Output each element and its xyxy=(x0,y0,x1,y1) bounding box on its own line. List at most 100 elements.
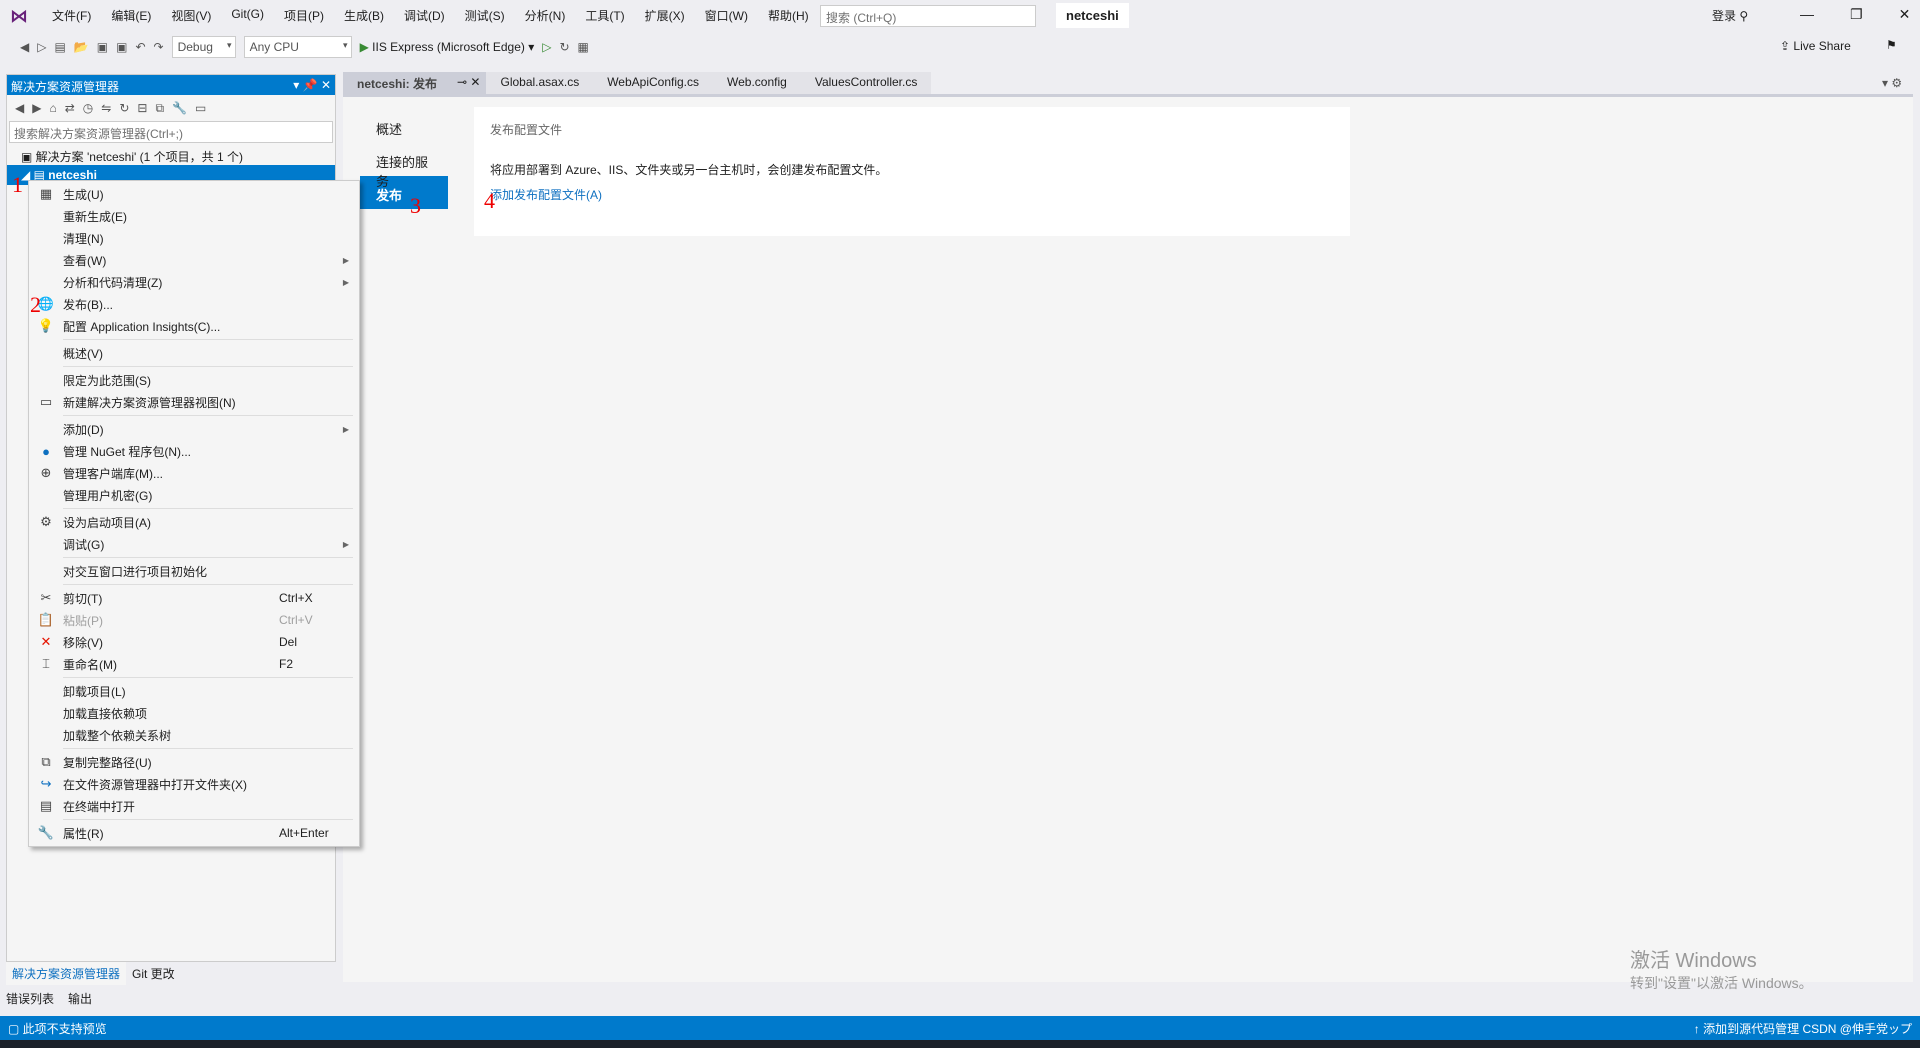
context-menu-item[interactable]: 查看(W) ▶ xyxy=(29,249,359,271)
show-all-icon[interactable]: ⧉ xyxy=(155,101,164,116)
properties-icon[interactable]: 🔧 xyxy=(172,101,187,115)
tab-git-changes[interactable]: Git 更改 xyxy=(126,962,181,985)
context-menu-item[interactable]: ✂ 剪切(T) Ctrl+X xyxy=(29,587,359,609)
context-menu-item[interactable]: ● 管理 NuGet 程序包(N)... xyxy=(29,440,359,462)
nav-overview[interactable]: 概述 xyxy=(360,110,448,143)
context-menu-item[interactable]: 管理用户机密(G) xyxy=(29,484,359,506)
dropdown-icon[interactable]: ▾ xyxy=(293,78,299,92)
menu-item[interactable]: 生成(B) xyxy=(334,7,394,24)
live-share-button[interactable]: ⇪ Live Share xyxy=(1780,39,1851,53)
open-icon[interactable]: 📂 xyxy=(74,40,89,54)
context-menu-item[interactable]: 概述(V) xyxy=(29,342,359,364)
menu-item[interactable]: 调试(D) xyxy=(394,7,455,24)
close-tab-icon[interactable]: ⊸ ✕ xyxy=(451,72,487,94)
menu-item[interactable]: 帮助(H) xyxy=(758,7,819,24)
collapse-icon[interactable]: ⊟ xyxy=(137,101,147,115)
feedback-icon[interactable]: ⚑ xyxy=(1886,38,1897,52)
minimize-button[interactable]: — xyxy=(1800,6,1814,23)
new-project-icon[interactable]: ▤ xyxy=(54,40,65,54)
undo-icon[interactable]: ↶ xyxy=(135,40,145,54)
doc-tab[interactable]: netceshi: 发布 xyxy=(343,72,452,94)
sync-icon[interactable]: ⇋ xyxy=(101,101,111,115)
solution-node[interactable]: ▣ 解决方案 'netceshi' (1 个项目，共 1 个) xyxy=(7,145,335,165)
nav-connected-services[interactable]: 连接的服务 xyxy=(360,143,448,189)
menu-item[interactable]: 分析(N) xyxy=(515,7,576,24)
explorer-search-input[interactable]: 搜索解决方案资源管理器(Ctrl+;) xyxy=(9,121,333,143)
menu-item-label: 管理 NuGet 程序包(N)... xyxy=(63,444,192,459)
doc-tab[interactable]: ValuesController.cs xyxy=(800,72,932,94)
search-input[interactable]: 搜索 (Ctrl+Q) xyxy=(820,5,1036,27)
preview-icon[interactable]: ▭ xyxy=(195,101,206,115)
context-menu-item[interactable]: 调试(G) ▶ xyxy=(29,533,359,555)
login-button[interactable]: 登录 ⚲ xyxy=(1712,7,1748,24)
menu-item[interactable]: Git(G) xyxy=(221,7,274,24)
browse-icon[interactable]: ▦ xyxy=(578,40,589,54)
context-menu-item[interactable]: ▤ 在终端中打开 xyxy=(29,795,359,817)
context-menu-item[interactable]: ⌶ 重命名(M) F2 xyxy=(29,653,359,675)
context-menu-item[interactable]: ▦ 生成(U) xyxy=(29,183,359,205)
menu-item[interactable]: 扩展(X) xyxy=(635,7,695,24)
save-all-icon[interactable]: ▣ xyxy=(116,40,127,54)
doc-tab[interactable]: Global.asax.cs xyxy=(486,72,594,94)
menu-item[interactable]: 测试(S) xyxy=(455,7,515,24)
close-button[interactable]: ✕ xyxy=(1899,6,1911,23)
tab-output[interactable]: 输出 xyxy=(68,990,92,1007)
context-menu-item[interactable]: 卸载项目(L) xyxy=(29,680,359,702)
pin-icon[interactable]: 📌 xyxy=(303,78,318,92)
context-menu-item[interactable]: ✕ 移除(V) Del xyxy=(29,631,359,653)
nav-publish[interactable]: 发布 xyxy=(360,176,448,209)
tab-error-list[interactable]: 错误列表 xyxy=(6,990,54,1007)
menu-item[interactable]: 编辑(E) xyxy=(101,7,161,24)
redo-icon[interactable]: ↷ xyxy=(154,40,164,54)
context-menu-item[interactable]: ⊕ 管理客户端库(M)... xyxy=(29,462,359,484)
history-icon[interactable]: ◷ xyxy=(83,101,93,115)
menu-item-label: 分析和代码清理(Z) xyxy=(63,275,163,290)
switch-view-icon[interactable]: ⇄ xyxy=(65,101,75,115)
add-publish-profile-link[interactable]: 添加发布配置文件(A) xyxy=(490,186,1334,203)
context-menu-item[interactable]: 📋 粘贴(P) Ctrl+V xyxy=(29,609,359,631)
context-menu-item[interactable]: ⚙ 设为启动项目(A) xyxy=(29,511,359,533)
context-menu-item[interactable]: 🌐 发布(B)... xyxy=(29,293,359,315)
context-menu-item[interactable]: ↪ 在文件资源管理器中打开文件夹(X) xyxy=(29,773,359,795)
context-menu-item[interactable]: 添加(D) ▶ xyxy=(29,418,359,440)
menu-item[interactable]: 项目(P) xyxy=(274,7,334,24)
back-icon[interactable]: ◀ xyxy=(15,101,24,115)
menu-item[interactable]: 窗口(W) xyxy=(695,7,758,24)
context-menu-item[interactable]: 加载整个依赖关系树 xyxy=(29,724,359,746)
context-menu-item[interactable]: ⧉ 复制完整路径(U) xyxy=(29,751,359,773)
doc-tab[interactable]: WebApiConfig.cs xyxy=(593,72,714,94)
close-icon[interactable]: ✕ xyxy=(321,78,331,92)
context-menu-item[interactable]: 重新生成(E) xyxy=(29,205,359,227)
tab-solution-explorer[interactable]: 解决方案资源管理器 xyxy=(6,962,127,985)
context-menu-item[interactable]: ▭ 新建解决方案资源管理器视图(N) xyxy=(29,391,359,413)
save-icon[interactable]: ▣ xyxy=(97,40,108,54)
add-to-source-control[interactable]: ↑ 添加到源代码管理 xyxy=(1694,1022,1799,1036)
context-menu-item[interactable]: 限定为此范围(S) xyxy=(29,369,359,391)
doc-tab[interactable]: Web.config xyxy=(713,72,801,94)
context-menu-item[interactable]: 分析和代码清理(Z) ▶ xyxy=(29,271,359,293)
context-menu-item[interactable]: 加载直接依赖项 xyxy=(29,702,359,724)
platform-select[interactable]: Any CPU xyxy=(243,36,352,58)
refresh-icon[interactable]: ↻ xyxy=(119,101,129,115)
menu-item-label: 卸载项目(L) xyxy=(63,684,126,699)
menu-item-label: 重命名(M) xyxy=(63,657,117,672)
context-menu-item[interactable]: 清理(N) xyxy=(29,227,359,249)
forward-icon[interactable]: ▶ xyxy=(32,101,41,115)
tab-options-icon[interactable]: ▾ ⚙ xyxy=(1882,76,1902,90)
menu-separator xyxy=(63,584,353,585)
back-icon[interactable]: ◀ xyxy=(20,40,29,54)
context-menu-item[interactable]: 对交互窗口进行项目初始化 xyxy=(29,560,359,582)
context-menu-item[interactable]: 💡 配置 Application Insights(C)... xyxy=(29,315,359,337)
restore-button[interactable]: ❐ xyxy=(1850,6,1863,23)
run-button[interactable]: ▶ IIS Express (Microsoft Edge) ▾ xyxy=(360,40,535,54)
forward-icon[interactable]: ▷ xyxy=(37,40,46,54)
menu-item[interactable]: 工具(T) xyxy=(575,7,634,24)
start-without-debug-icon[interactable]: ▷ xyxy=(542,40,551,54)
hot-reload-icon[interactable]: ↻ xyxy=(559,40,569,54)
context-menu-item[interactable]: 🔧 属性(R) Alt+Enter xyxy=(29,822,359,844)
config-select[interactable]: Debug xyxy=(171,36,236,58)
menu-item[interactable]: 文件(F) xyxy=(42,7,101,24)
nuget-icon: ● xyxy=(42,443,50,459)
menu-item[interactable]: 视图(V) xyxy=(161,7,221,24)
home-icon[interactable]: ⌂ xyxy=(49,101,56,115)
